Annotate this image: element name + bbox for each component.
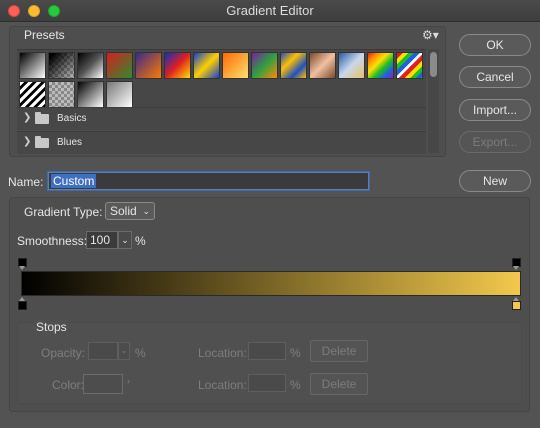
color-swatch[interactable] bbox=[83, 374, 123, 394]
preset-swatch[interactable] bbox=[367, 52, 394, 79]
preset-swatch-grid bbox=[17, 49, 426, 108]
gradient-type-value: Solid bbox=[110, 204, 137, 218]
opacity-stop-left[interactable] bbox=[18, 258, 27, 270]
preset-swatch[interactable] bbox=[19, 52, 46, 79]
preset-swatch[interactable] bbox=[396, 52, 423, 79]
opacity-stop-right[interactable] bbox=[512, 258, 521, 270]
smoothness-input[interactable]: 100 bbox=[86, 231, 118, 249]
presets-label: Presets bbox=[24, 28, 65, 42]
name-input-value: Custom bbox=[51, 174, 97, 188]
smoothness-unit: % bbox=[135, 234, 146, 248]
preset-swatch[interactable] bbox=[222, 52, 249, 79]
chevron-right-icon[interactable]: ❯ bbox=[23, 136, 31, 147]
preset-swatch[interactable] bbox=[193, 52, 220, 79]
gear-icon[interactable]: ⚙▾ bbox=[422, 28, 439, 42]
cancel-button[interactable]: Cancel bbox=[459, 66, 531, 88]
delete-color-stop-button[interactable]: Delete bbox=[310, 373, 368, 395]
opacity-label: Opacity: bbox=[41, 346, 86, 360]
preset-swatch[interactable] bbox=[106, 81, 133, 108]
preset-swatch[interactable] bbox=[309, 52, 336, 79]
folder-icon bbox=[35, 136, 49, 148]
opacity-location-input[interactable] bbox=[248, 342, 286, 360]
preset-swatch[interactable] bbox=[280, 52, 307, 79]
chevron-down-icon: ⌄ bbox=[142, 206, 150, 216]
color-stop-left[interactable] bbox=[18, 297, 27, 310]
preset-swatch[interactable] bbox=[77, 52, 104, 79]
chevron-down-icon[interactable]: ⌄ bbox=[118, 231, 132, 249]
preset-folder-list: ❯ Basics ❯ Blues bbox=[17, 107, 426, 154]
folder-label: Blues bbox=[57, 137, 83, 148]
opacity-input[interactable] bbox=[88, 342, 118, 360]
preset-swatch[interactable] bbox=[251, 52, 278, 79]
scroll-thumb[interactable] bbox=[430, 52, 437, 77]
export-button[interactable]: Export... bbox=[459, 131, 531, 153]
opacity-location-unit: % bbox=[290, 346, 301, 360]
chevron-down-icon[interactable]: ⌄ bbox=[118, 342, 130, 360]
preset-swatch[interactable] bbox=[338, 52, 365, 79]
name-input[interactable]: Custom bbox=[48, 172, 369, 190]
color-location-label: Location: bbox=[198, 378, 247, 392]
gradient-type-label: Gradient Type: bbox=[24, 205, 103, 219]
preset-swatch[interactable] bbox=[19, 81, 46, 108]
preset-swatch[interactable] bbox=[48, 52, 75, 79]
delete-opacity-stop-button[interactable]: Delete bbox=[310, 340, 368, 362]
title-bar: Gradient Editor bbox=[0, 0, 540, 22]
new-button[interactable]: New bbox=[459, 170, 531, 192]
preset-swatch[interactable] bbox=[48, 81, 75, 108]
stops-label: Stops bbox=[34, 320, 69, 334]
folder-icon bbox=[35, 112, 49, 124]
presets-scrollbar[interactable] bbox=[428, 49, 439, 153]
gradient-preview-bar[interactable] bbox=[21, 271, 521, 296]
chevron-down-icon[interactable]: › bbox=[127, 376, 130, 386]
folder-item-blues[interactable]: ❯ Blues bbox=[17, 131, 426, 154]
opacity-location-label: Location: bbox=[198, 346, 247, 360]
opacity-unit: % bbox=[135, 346, 146, 360]
color-stop-right[interactable] bbox=[512, 297, 521, 310]
preset-swatch[interactable] bbox=[77, 81, 104, 108]
window-title: Gradient Editor bbox=[226, 3, 314, 18]
gradient-type-select[interactable]: Solid ⌄ bbox=[105, 202, 155, 220]
preset-swatch[interactable] bbox=[106, 52, 133, 79]
folder-item-basics[interactable]: ❯ Basics bbox=[17, 107, 426, 130]
import-button[interactable]: Import... bbox=[459, 99, 531, 121]
preset-swatch[interactable] bbox=[135, 52, 162, 79]
ok-button[interactable]: OK bbox=[459, 34, 531, 56]
name-label: Name: bbox=[8, 175, 44, 189]
color-label: Color: bbox=[52, 378, 85, 392]
chevron-right-icon[interactable]: ❯ bbox=[23, 112, 31, 123]
color-location-unit: % bbox=[290, 378, 301, 392]
smoothness-label: Smoothness: bbox=[17, 234, 88, 248]
color-location-input[interactable] bbox=[248, 374, 286, 392]
folder-label: Basics bbox=[57, 113, 87, 124]
preset-swatch[interactable] bbox=[164, 52, 191, 79]
